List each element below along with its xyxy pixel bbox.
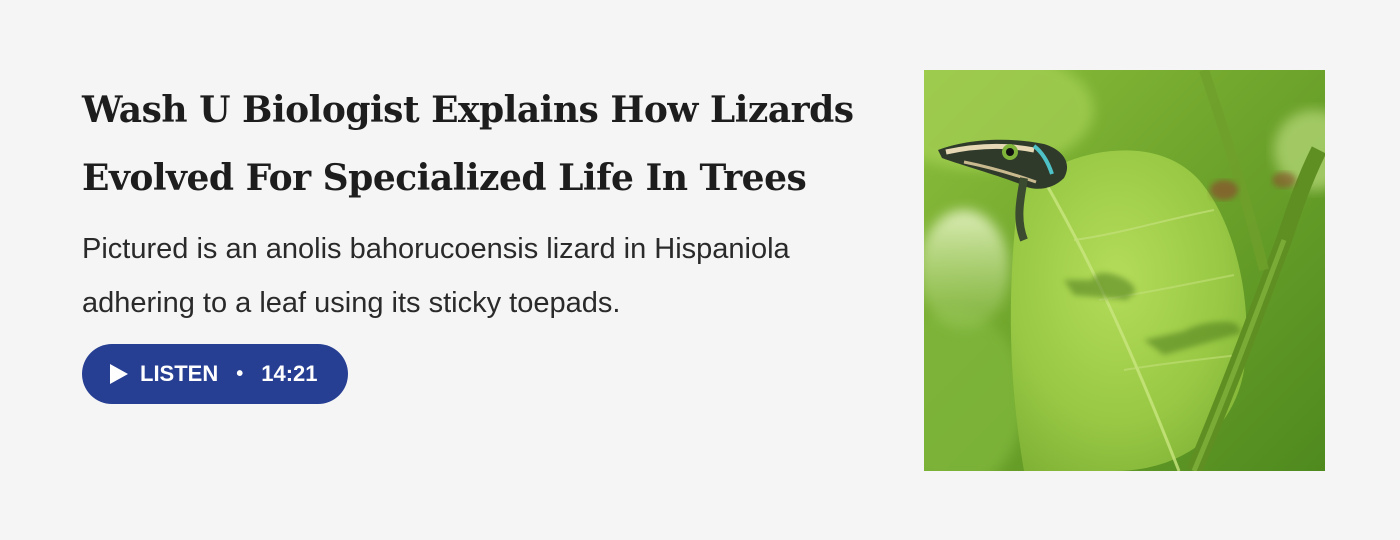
play-icon [110, 364, 128, 384]
story-headline[interactable]: Wash U Biologist Explains How Lizards Ev… [82, 76, 882, 212]
story-image[interactable] [924, 70, 1325, 471]
listen-button[interactable]: LISTEN • 14:21 [82, 344, 348, 404]
lizard-photo [924, 70, 1325, 471]
listen-duration: 14:21 [261, 361, 318, 386]
listen-label: LISTEN [140, 361, 219, 386]
story-card: Wash U Biologist Explains How Lizards Ev… [0, 0, 1400, 540]
story-text: Wash U Biologist Explains How Lizards Ev… [82, 76, 882, 404]
listen-separator: • [236, 362, 244, 385]
story-summary: Pictured is an anolis bahorucoensis liza… [82, 233, 790, 319]
